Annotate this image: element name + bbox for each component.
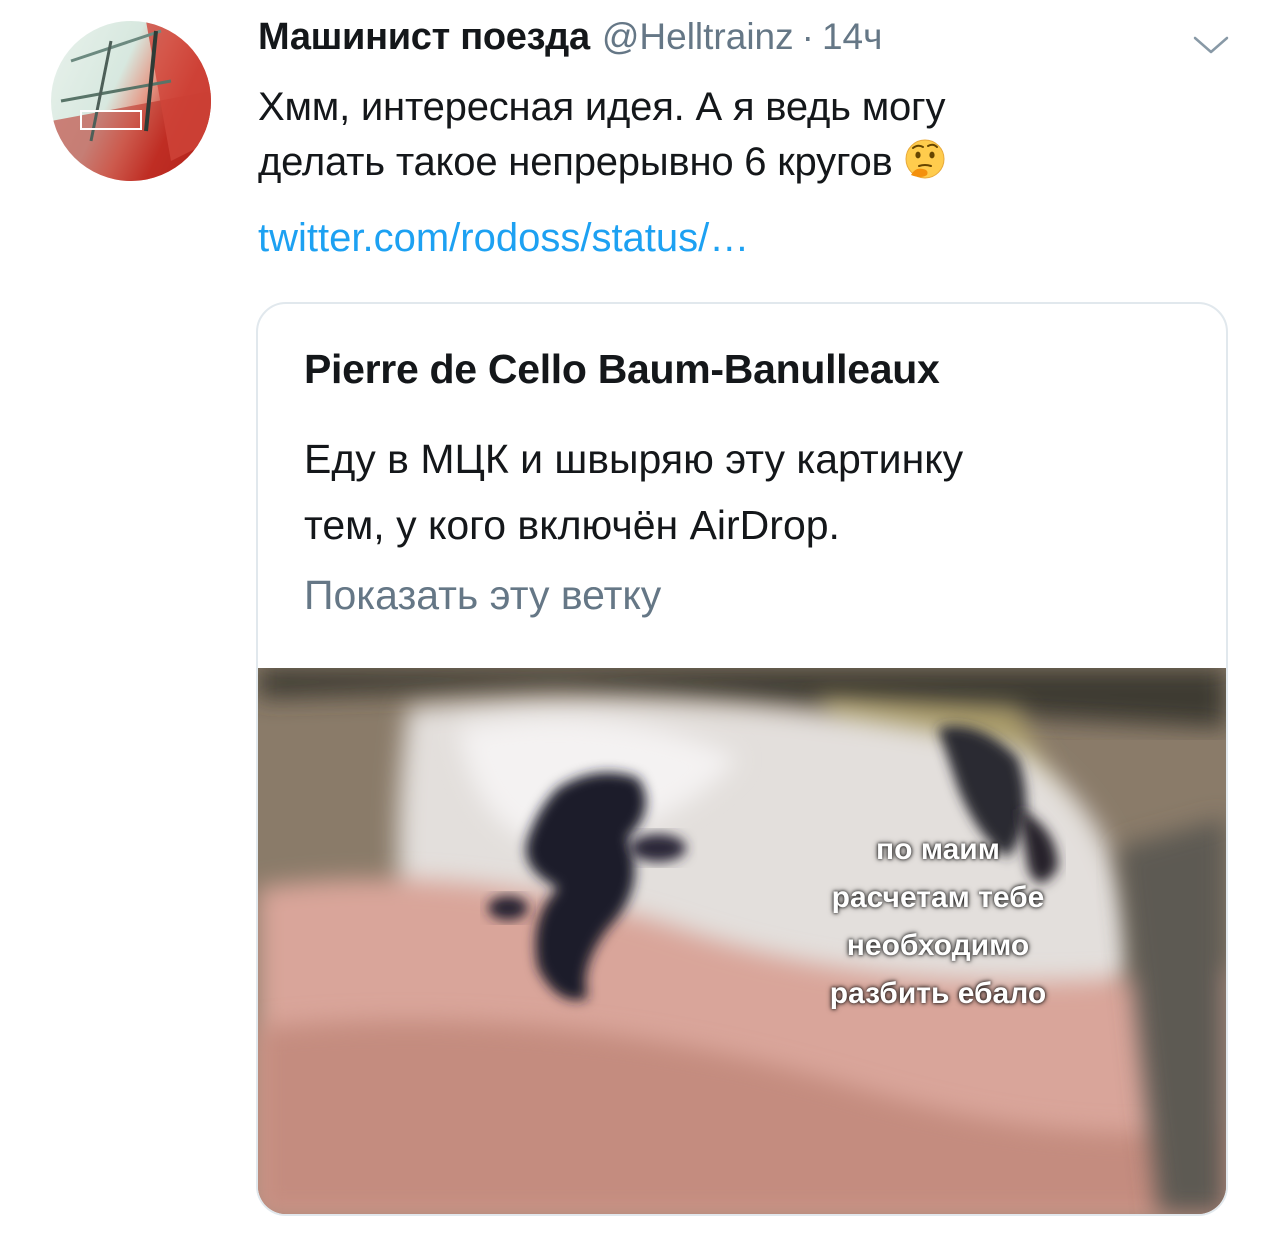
- meme-caption: по маим расчетам тебе необходимо разбить…: [768, 826, 1108, 1018]
- avatar-train-image: [51, 21, 211, 181]
- dot-separator: ·: [801, 16, 814, 57]
- quoted-text-line: Еду в МЦК и швыряю эту картинку: [304, 436, 964, 482]
- meme-caption-line: разбить ебало: [829, 977, 1047, 1010]
- quoted-tweet-card[interactable]: Pierre de Cello Baum-Banulleaux Еду в МЦ…: [256, 302, 1228, 1216]
- quoted-media-image[interactable]: по маим расчетам тебе необходимо разбить…: [258, 668, 1226, 1214]
- tweet-text-line: Хмм, интересная идея. А я ведь могу: [258, 85, 946, 129]
- quoted-tweet-text: Еду в МЦК и швыряю эту картинку тем, у к…: [304, 426, 1184, 558]
- tweet-text: Хмм, интересная идея. А я ведь могу дела…: [258, 80, 1218, 190]
- quoted-author-name: Pierre de Cello Baum-Banulleaux: [304, 346, 940, 392]
- tweet-text-line-content: делать такое непрерывно 6 кругов: [258, 140, 893, 184]
- meme-caption-line: необходимо: [846, 929, 1030, 962]
- meme-caption-line: по маим: [876, 833, 1000, 866]
- author-handle[interactable]: @Helltrainz: [602, 16, 794, 58]
- tweet-text-line: делать такое непрерывно 6 кругов: [258, 135, 1218, 190]
- tweet-timestamp[interactable]: 14ч: [822, 16, 882, 58]
- thinking-face-emoji-icon: [903, 137, 947, 181]
- chevron-down-icon[interactable]: [1191, 33, 1231, 57]
- show-thread-link[interactable]: Показать эту ветку: [304, 572, 661, 619]
- quoted-text-line: тем, у кого включён AirDrop.: [304, 502, 840, 548]
- author-avatar[interactable]: [51, 21, 211, 181]
- tweet-header: Машинист поезда @Helltrainz · 14ч: [258, 16, 882, 68]
- meme-caption-line: расчетам тебе: [831, 881, 1045, 914]
- tweet-link[interactable]: twitter.com/rodoss/status/…: [258, 216, 749, 261]
- author-name[interactable]: Машинист поезда: [258, 16, 590, 59]
